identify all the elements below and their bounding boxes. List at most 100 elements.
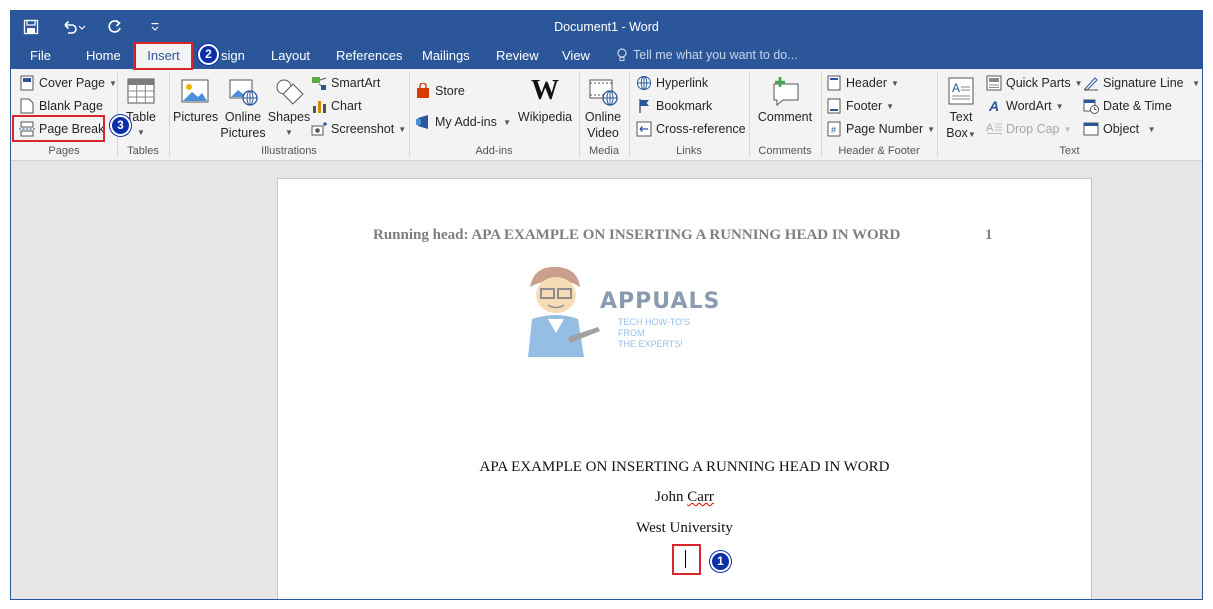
- cover-page-icon: [19, 75, 35, 91]
- svg-text:#: #: [831, 125, 836, 135]
- appuals-brand-text: APPUALS: [600, 289, 721, 314]
- bookmark-label: Bookmark: [656, 99, 713, 113]
- cover-page-label: Cover Page: [39, 76, 106, 90]
- tab-review[interactable]: Review: [496, 48, 539, 63]
- hyperlink-label: Hyperlink: [656, 76, 709, 90]
- online-video-button[interactable]: Online Video: [583, 75, 623, 141]
- object-icon: [1083, 121, 1099, 137]
- smartart-icon: [311, 75, 327, 91]
- chart-button[interactable]: Chart: [311, 98, 362, 114]
- svg-text:A: A: [986, 122, 994, 134]
- signature-line-label: Signature Line: [1103, 76, 1184, 90]
- object-label: Object: [1103, 122, 1140, 136]
- appuals-tagline-1: TECH HOW-TO'S FROM: [618, 317, 690, 338]
- document-area: Running head: APA EXAMPLE ON INSERTING A…: [11, 162, 1202, 599]
- comment-label: Comment: [757, 110, 813, 124]
- lightbulb-icon: [617, 48, 627, 61]
- page-number-button[interactable]: # Page Number ▼: [826, 121, 935, 137]
- blank-page-icon: [19, 98, 35, 114]
- hyperlink-icon: [636, 75, 652, 91]
- online-pictures-label-2: Pictures: [220, 126, 266, 140]
- shapes-icon: [276, 79, 304, 105]
- object-button[interactable]: Object ▼: [1083, 121, 1156, 137]
- running-head[interactable]: Running head: APA EXAMPLE ON INSERTING A…: [373, 227, 900, 244]
- svg-text:A: A: [952, 81, 960, 95]
- bookmark-button[interactable]: Bookmark: [636, 98, 712, 114]
- footer-icon: [826, 98, 842, 114]
- text-box-icon: A: [948, 77, 974, 105]
- title-bar: Document1 - Word: [11, 11, 1202, 43]
- hyperlink-button[interactable]: Hyperlink: [636, 75, 708, 91]
- document-page[interactable]: Running head: APA EXAMPLE ON INSERTING A…: [277, 178, 1092, 599]
- tab-mailings[interactable]: Mailings: [422, 48, 470, 63]
- highlight-page-break: [12, 115, 105, 142]
- wikipedia-label: Wikipedia: [517, 110, 573, 124]
- tell-me-box[interactable]: Tell me what you want to do...: [616, 48, 798, 62]
- tab-view[interactable]: View: [562, 48, 590, 63]
- page-number[interactable]: 1: [985, 227, 993, 244]
- online-pictures-button[interactable]: Online Pictures: [219, 75, 267, 141]
- shapes-button[interactable]: Shapes ▼: [267, 75, 311, 141]
- smartart-button[interactable]: SmartArt: [311, 75, 380, 91]
- author-name-last: Carr: [687, 489, 714, 505]
- highlight-insert-tab: [133, 42, 193, 70]
- comments-group-label: Comments: [758, 145, 812, 157]
- online-video-icon: [589, 79, 618, 106]
- wikipedia-button[interactable]: W Wikipedia: [515, 75, 575, 125]
- comment-button[interactable]: Comment: [753, 75, 817, 125]
- store-button[interactable]: Store: [415, 83, 465, 99]
- cross-reference-icon: [636, 121, 652, 137]
- appuals-watermark: APPUALS TECH HOW-TO'S FROM THE EXPERTS!: [508, 257, 719, 357]
- signature-line-button[interactable]: Signature Line ▼: [1083, 75, 1200, 91]
- wordart-label: WordArt: [1006, 99, 1052, 113]
- chart-icon: [311, 98, 327, 114]
- author-name-first: John: [655, 489, 688, 505]
- online-pictures-label-1: Online: [224, 110, 262, 124]
- screenshot-button[interactable]: Screenshot ▼: [311, 121, 406, 137]
- tab-file[interactable]: File: [30, 48, 51, 63]
- author-name[interactable]: John Carr: [278, 489, 1091, 506]
- footer-label: Footer: [846, 99, 883, 113]
- pictures-button[interactable]: Pictures: [173, 75, 218, 125]
- paper-title[interactable]: APA EXAMPLE ON INSERTING A RUNNING HEAD …: [278, 459, 1091, 476]
- header-button[interactable]: Header ▼: [826, 75, 899, 91]
- online-video-label-2: Video: [587, 126, 619, 140]
- institution-name[interactable]: West University: [278, 520, 1091, 537]
- media-group-label: Media: [589, 145, 619, 157]
- my-addins-icon: [415, 114, 431, 130]
- cross-reference-button[interactable]: Cross-reference: [636, 121, 746, 137]
- tab-references[interactable]: References: [336, 48, 402, 63]
- tab-design[interactable]: sign: [221, 48, 245, 63]
- tab-home[interactable]: Home: [86, 48, 121, 63]
- drop-cap-button[interactable]: A Drop Cap ▼: [986, 121, 1071, 137]
- online-video-label-1: Online: [584, 110, 622, 124]
- text-box-button[interactable]: A Text Box▼: [941, 75, 981, 143]
- header-label: Header: [846, 76, 887, 90]
- cover-page-button[interactable]: Cover Page ▼: [19, 75, 117, 91]
- drop-cap-label: Drop Cap: [1006, 122, 1060, 136]
- date-time-button[interactable]: Date & Time: [1083, 98, 1172, 114]
- wordart-button[interactable]: A WordArt ▼: [986, 98, 1064, 114]
- cross-reference-label: Cross-reference: [656, 122, 746, 136]
- pages-group-label: Pages: [48, 145, 80, 157]
- appuals-tagline-2: THE EXPERTS!: [618, 339, 683, 349]
- footer-button[interactable]: Footer ▼: [826, 98, 894, 114]
- screenshot-label: Screenshot: [331, 122, 395, 136]
- shapes-label: Shapes: [267, 110, 311, 124]
- table-icon: [127, 78, 155, 104]
- text-box-label-2: Box: [946, 126, 968, 140]
- tab-layout[interactable]: Layout: [271, 48, 310, 63]
- quick-parts-button[interactable]: Quick Parts ▼: [986, 75, 1083, 91]
- quick-parts-icon: [986, 75, 1002, 91]
- chart-label: Chart: [331, 99, 362, 113]
- step-2-badge: 2: [198, 44, 219, 65]
- drop-cap-icon: A: [986, 121, 1002, 137]
- header-icon: [826, 75, 842, 91]
- addins-group-label: Add-ins: [475, 145, 513, 157]
- blank-page-button[interactable]: Blank Page: [19, 98, 103, 114]
- page-number-label: Page Number: [846, 122, 924, 136]
- smartart-label: SmartArt: [331, 76, 381, 90]
- illustrations-group-label: Illustrations: [261, 145, 317, 157]
- my-addins-button[interactable]: My Add-ins ▼: [415, 114, 511, 130]
- appuals-mascot-icon: [528, 266, 600, 357]
